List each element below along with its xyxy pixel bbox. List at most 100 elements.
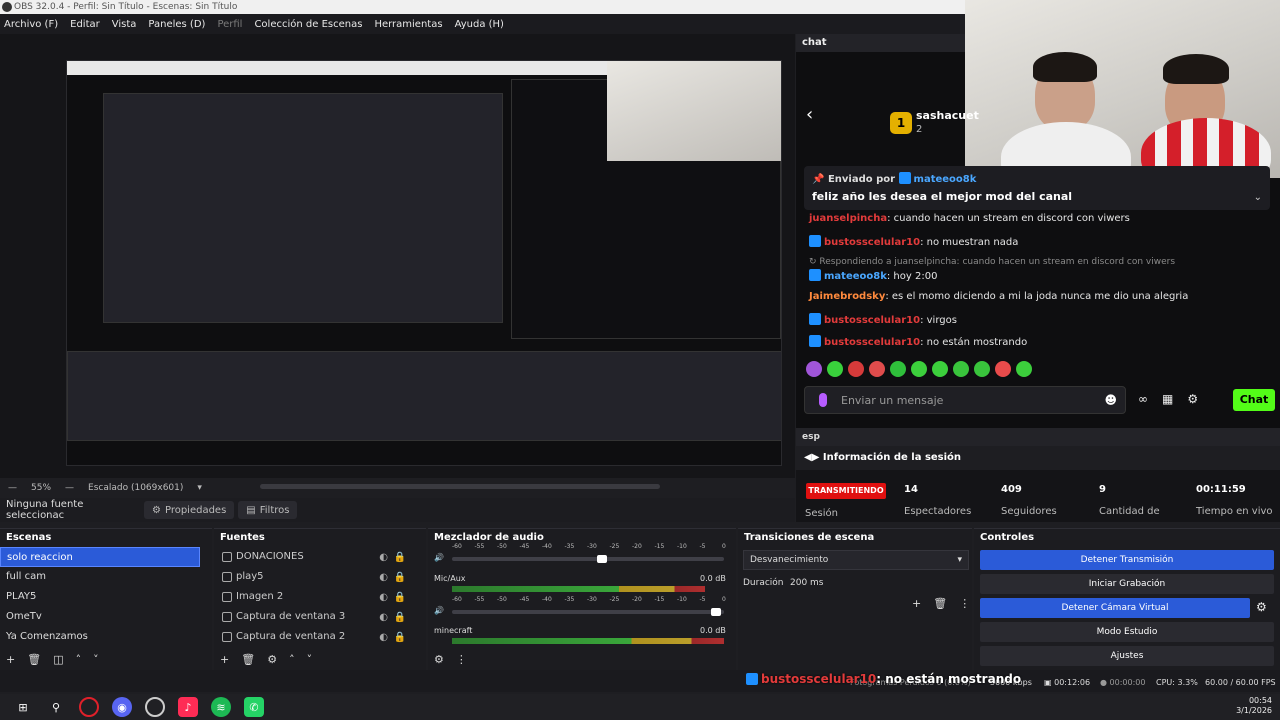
menu-item[interactable]: Paneles (D) — [148, 19, 205, 30]
chevron-up-icon[interactable]: ˄ — [76, 653, 82, 666]
link-icon[interactable]: ∞ — [1138, 392, 1148, 406]
whatsapp-icon[interactable]: ✆ — [244, 697, 264, 717]
source-item[interactable]: play5 ◐ 🔒 — [214, 567, 414, 587]
zoom-level[interactable]: 55% — [31, 483, 51, 493]
tiktok-icon[interactable]: ♪ — [178, 697, 198, 717]
scene-item[interactable]: solo reaccion — [0, 547, 200, 567]
settings-gear-icon[interactable]: ⚙ — [1187, 392, 1198, 406]
chat-username[interactable]: bustosscelular10 — [824, 237, 920, 248]
gear-icon[interactable]: ⚙ — [434, 653, 444, 666]
preview-scrollbar[interactable] — [260, 484, 660, 489]
discord-icon[interactable]: ◉ — [112, 697, 132, 717]
chat-username[interactable]: Jaimebrodsky — [809, 291, 885, 302]
visibility-icon[interactable]: ◐ — [379, 628, 388, 648]
trash-icon[interactable]: 🗑 — [933, 597, 947, 610]
back-arrow-icon[interactable]: ‹ — [806, 104, 813, 125]
lock-icon[interactable]: 🔒 — [394, 588, 406, 608]
properties-button[interactable]: ⚙ Propiedades — [144, 501, 235, 519]
pinned-by-user[interactable]: mateeoo8k — [914, 174, 977, 185]
preview-canvas[interactable] — [0, 34, 795, 478]
emote-icon[interactable] — [995, 361, 1011, 377]
volume-slider-knob[interactable] — [596, 555, 607, 563]
virtual-camera-settings-gear-icon[interactable]: ⚙ — [1256, 600, 1267, 614]
chat-username[interactable]: mateeoo8k — [824, 271, 887, 282]
pinned-message[interactable]: 📌 Enviado por mateeoo8k feliz año les de… — [804, 166, 1270, 210]
scene-item[interactable]: OmeTv — [0, 607, 200, 627]
windows-start-icon[interactable]: ⊞ — [13, 697, 33, 717]
lock-icon[interactable]: 🔒 — [394, 568, 406, 588]
lock-icon[interactable]: 🔒 — [394, 608, 406, 628]
add-icon[interactable]: + — [220, 653, 229, 666]
source-item[interactable]: DONACIONES ◐ 🔒 — [214, 547, 414, 567]
duration-spinbox[interactable]: 200 ms — [784, 574, 969, 594]
emote-icon[interactable] — [1016, 361, 1032, 377]
zoom-minus[interactable]: — — [8, 483, 17, 493]
spotify-icon[interactable]: ≋ — [211, 697, 231, 717]
add-icon[interactable]: + — [912, 597, 921, 610]
filters-button[interactable]: ▤ Filtros — [238, 501, 298, 519]
chevron-up-icon[interactable]: ˄ — [289, 653, 295, 666]
chevron-down-icon[interactable]: ˅ — [93, 653, 99, 666]
emote-icon[interactable] — [974, 361, 990, 377]
menu-dots-icon[interactable]: ⋮ — [456, 653, 467, 666]
menu-item[interactable]: Perfil — [217, 19, 242, 30]
speaker-icon[interactable]: 🔊 — [434, 606, 444, 615]
visibility-icon[interactable]: ◐ — [379, 568, 388, 588]
emote-icon[interactable] — [953, 361, 969, 377]
chat-input[interactable]: Enviar un mensaje ☻ — [804, 386, 1126, 414]
scene-item[interactable]: full cam — [0, 567, 200, 587]
lock-icon[interactable]: 🔒 — [394, 628, 406, 648]
menu-item[interactable]: Editar — [70, 19, 100, 30]
chat-username[interactable]: bustosscelular10 — [824, 337, 920, 348]
send-chat-button[interactable]: Chat — [1233, 389, 1275, 411]
emote-icon[interactable] — [890, 361, 906, 377]
zoom-plus[interactable]: — — [65, 483, 74, 493]
chevron-down-icon[interactable]: ⌄ — [1254, 192, 1262, 203]
visibility-icon[interactable]: ◐ — [379, 548, 388, 568]
trash-icon[interactable]: 🗑 — [27, 653, 41, 666]
add-icon[interactable]: + — [6, 653, 15, 666]
obs-icon[interactable] — [145, 697, 165, 717]
scale-label[interactable]: Escalado (1069x601) — [88, 483, 183, 493]
emote-icon[interactable] — [806, 361, 822, 377]
source-item[interactable]: Captura de ventana 3 ◐ 🔒 — [214, 607, 414, 627]
scene-item[interactable]: PLAY5 — [0, 587, 200, 607]
menu-item[interactable]: Vista — [112, 19, 137, 30]
chat-username[interactable]: bustosscelular10 — [824, 315, 920, 326]
menu-item[interactable]: Archivo (F) — [4, 19, 58, 30]
mic-icon[interactable] — [819, 393, 827, 407]
search-icon[interactable]: ⚲ — [46, 697, 66, 717]
visibility-icon[interactable]: ◐ — [379, 608, 388, 628]
menu-dots-icon[interactable]: ⋮ — [959, 597, 970, 610]
chevron-down-icon[interactable]: ▾ — [197, 483, 202, 493]
chat-username[interactable]: juanselpincha — [809, 213, 887, 224]
menu-item[interactable]: Colección de Escenas — [254, 19, 362, 30]
speaker-icon[interactable]: 🔊 — [434, 553, 444, 562]
gear-icon[interactable]: ⚙ — [267, 653, 277, 666]
emote-icon[interactable] — [869, 361, 885, 377]
menu-item[interactable]: Ayuda (H) — [455, 19, 504, 30]
control-button[interactable]: Iniciar Grabación — [980, 574, 1274, 594]
opera-icon[interactable] — [79, 697, 99, 717]
volume-slider[interactable] — [452, 610, 724, 614]
control-button[interactable]: Detener Cámara Virtual — [980, 598, 1250, 618]
gift-icon[interactable]: ▦ — [1162, 392, 1173, 406]
control-button[interactable]: Detener Transmisión — [980, 550, 1274, 570]
transition-select[interactable]: Desvanecimiento ▾ — [743, 550, 969, 570]
scene-item[interactable]: Ya Comenzamos — [0, 627, 200, 647]
control-button[interactable]: Modo Estudio — [980, 622, 1274, 642]
volume-slider[interactable] — [452, 557, 724, 561]
lock-icon[interactable]: 🔒 — [394, 548, 406, 568]
filter-icon[interactable]: ◫ — [53, 653, 63, 666]
emoji-icon[interactable]: ☻ — [1104, 393, 1117, 407]
source-item[interactable]: Imagen 2 ◐ 🔒 — [214, 587, 414, 607]
emote-icon[interactable] — [827, 361, 843, 377]
emote-icon[interactable] — [911, 361, 927, 377]
control-button[interactable]: Ajustes — [980, 646, 1274, 666]
emote-icon[interactable] — [848, 361, 864, 377]
visibility-icon[interactable]: ◐ — [379, 588, 388, 608]
volume-slider-knob[interactable] — [710, 608, 721, 616]
source-item[interactable]: Captura de ventana 2 ◐ 🔒 — [214, 627, 414, 647]
menu-item[interactable]: Herramientas — [374, 19, 442, 30]
chevron-down-icon[interactable]: ˅ — [307, 653, 313, 666]
